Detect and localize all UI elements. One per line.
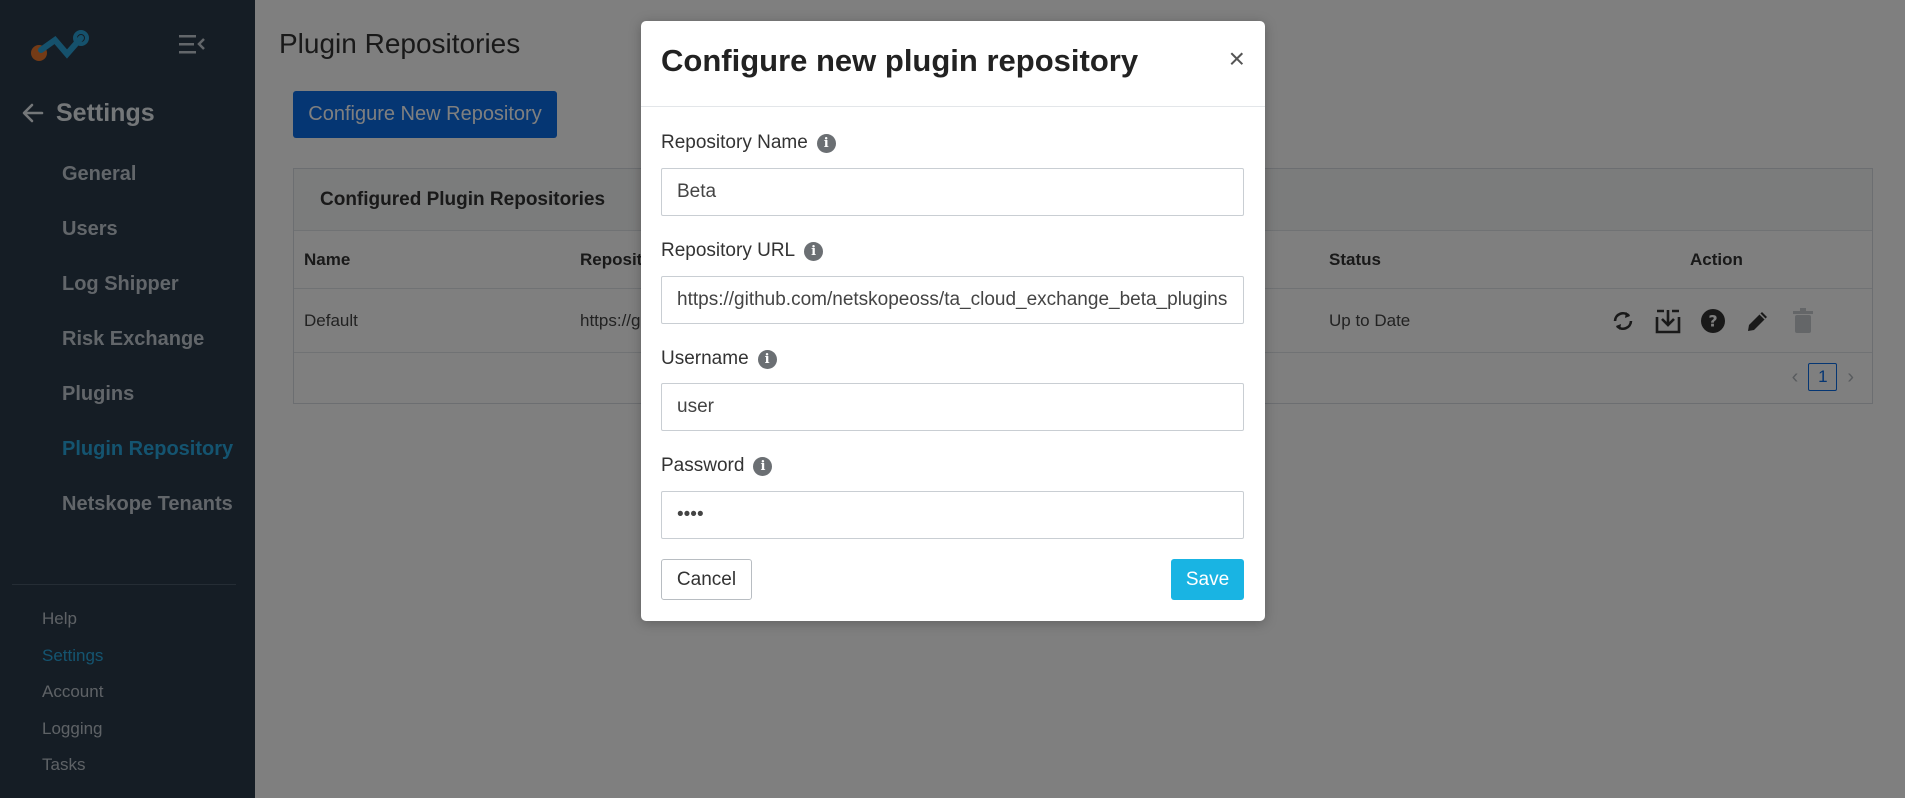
password-input[interactable] <box>661 491 1244 539</box>
modal-title: Configure new plugin repository <box>661 43 1139 78</box>
configure-repository-modal: Configure new plugin repository × Reposi… <box>641 21 1265 621</box>
repository-url-input[interactable] <box>661 276 1244 324</box>
modal-header: Configure new plugin repository × <box>641 21 1265 107</box>
password-label-text: Password <box>661 455 745 476</box>
repository-name-label: Repository Name i <box>661 132 836 154</box>
save-button[interactable]: Save <box>1171 559 1244 600</box>
info-icon[interactable]: i <box>753 456 773 476</box>
password-label: Password i <box>661 455 773 477</box>
close-icon[interactable]: × <box>1229 45 1245 73</box>
info-icon[interactable]: i <box>804 241 824 261</box>
info-icon[interactable]: i <box>757 349 777 369</box>
cancel-button[interactable]: Cancel <box>661 559 752 600</box>
username-label: Username i <box>661 348 777 370</box>
username-input[interactable] <box>661 383 1244 431</box>
repository-name-input[interactable] <box>661 168 1244 216</box>
repository-name-label-text: Repository Name <box>661 132 808 153</box>
info-icon[interactable]: i <box>816 133 836 153</box>
repository-url-label: Repository URL i <box>661 240 824 262</box>
username-label-text: Username <box>661 348 749 369</box>
repository-url-label-text: Repository URL <box>661 240 796 261</box>
